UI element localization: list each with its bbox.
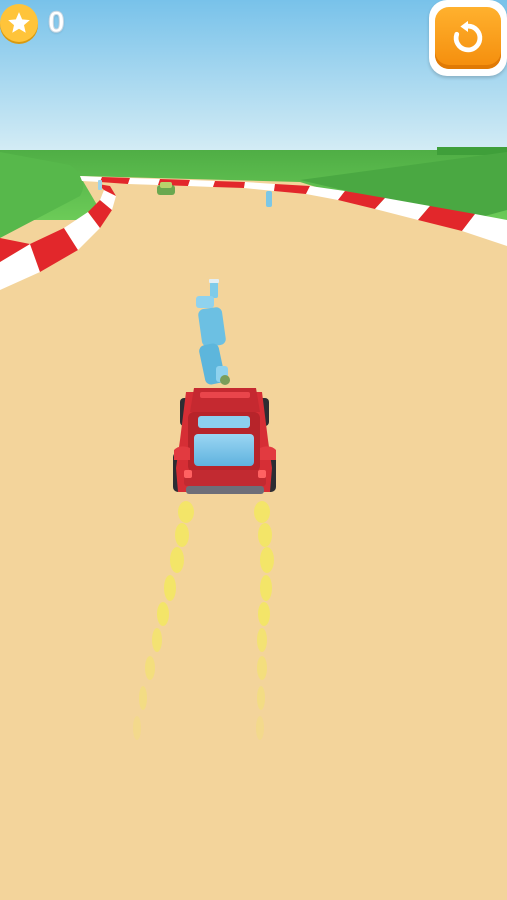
player-car — [173, 388, 276, 494]
restart-button-face[interactable] — [435, 7, 501, 69]
star-badge — [0, 4, 38, 42]
star-icon — [8, 12, 30, 33]
game-screen: 0 — [0, 0, 507, 900]
star-count: 0 — [48, 6, 66, 40]
race-track — [0, 176, 507, 900]
restart-button[interactable] — [429, 0, 507, 76]
distant-bottle — [266, 191, 272, 207]
race-scene — [0, 0, 507, 900]
distant-bottle-left — [98, 180, 102, 190]
restart-icon — [453, 20, 483, 53]
